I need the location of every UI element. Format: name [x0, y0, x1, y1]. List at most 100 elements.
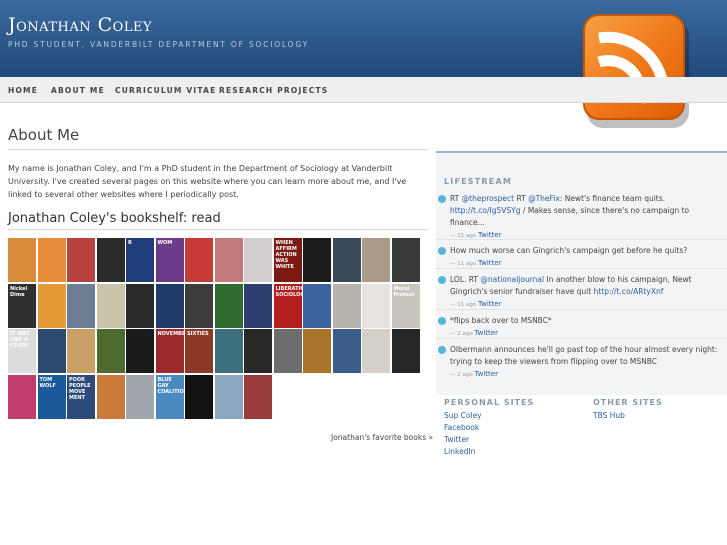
book-cover[interactable] — [332, 283, 361, 328]
book-cover[interactable] — [185, 283, 213, 328]
book-cover[interactable] — [214, 329, 243, 373]
favorite-books-link[interactable]: Jonathan's favorite books » — [331, 433, 433, 442]
tweet-url-link[interactable]: http://t.co/ARtyXnf — [594, 287, 664, 296]
nav-research-projects[interactable]: Research Projects — [219, 86, 328, 95]
book-cover[interactable] — [303, 329, 331, 373]
mention-link[interactable]: @TheFix — [528, 194, 560, 203]
book-cover[interactable] — [391, 238, 420, 282]
book-cover[interactable] — [96, 238, 125, 282]
book-cover[interactable] — [8, 238, 36, 282]
book-cover[interactable] — [214, 374, 243, 419]
book-cover[interactable] — [214, 238, 243, 282]
book-cover[interactable] — [185, 374, 213, 419]
item-text: Olbermann announces he'll go past top of… — [450, 345, 718, 366]
book-cover[interactable] — [185, 238, 213, 282]
personal-site-link[interactable]: Twitter — [444, 435, 469, 444]
book-cover[interactable] — [244, 329, 272, 373]
site-title[interactable]: Jonathan Coley — [8, 14, 152, 36]
item-meta: — 2 ago Twitter — [450, 368, 720, 381]
twitter-bird-icon — [438, 346, 446, 354]
book-cover[interactable] — [96, 374, 125, 419]
item-meta: — 11 ago Twitter — [450, 229, 720, 242]
book-cover[interactable]: BLUE GAY COALITION — [155, 374, 184, 419]
tweet-url-link[interactable]: http://t.co/Ig5VSYg — [450, 206, 521, 215]
divider — [436, 268, 727, 269]
other-sites-heading: Other Sites — [593, 398, 663, 407]
divider — [436, 309, 727, 310]
item-time: — 11 ago — [450, 261, 477, 267]
item-text: : Newt's finance team quits. — [559, 194, 666, 203]
personal-site-link[interactable]: Facebook — [444, 423, 479, 432]
personal-site-link[interactable]: Sup Coley — [444, 411, 482, 420]
book-cover[interactable] — [126, 283, 154, 328]
book-cover[interactable] — [273, 329, 302, 373]
item-time: — 2 ago — [450, 372, 473, 378]
via-twitter-link[interactable]: Twitter — [478, 300, 501, 308]
lifestream-item: *flips back over to MSNBC* — 2 ago Twitt… — [438, 315, 720, 340]
book-cover[interactable] — [37, 283, 66, 328]
book-cover[interactable] — [67, 283, 95, 328]
book-cover[interactable] — [126, 329, 154, 373]
item-time: — 2 ago — [450, 331, 473, 337]
nav-curriculum-vitae[interactable]: Curriculum Vitae — [115, 86, 216, 95]
main-nav: Home About Me Curriculum Vitae Research … — [0, 77, 727, 103]
twitter-bird-icon — [438, 317, 446, 325]
twitter-bird-icon — [438, 276, 446, 284]
via-twitter-link[interactable]: Twitter — [478, 231, 501, 239]
book-cover[interactable] — [362, 238, 390, 282]
book-cover[interactable] — [332, 238, 361, 282]
book-cover[interactable] — [37, 238, 66, 282]
via-twitter-link[interactable]: Twitter — [474, 370, 497, 378]
book-cover[interactable] — [126, 374, 154, 419]
book-cover[interactable]: R — [126, 238, 154, 282]
book-cover[interactable] — [303, 283, 331, 328]
book-cover[interactable] — [303, 238, 331, 282]
mention-link[interactable]: @nationaljournal — [480, 275, 544, 284]
book-cover[interactable]: POOR PEOPLE MOVE MENT — [67, 374, 95, 419]
item-text: *flips back over to MSNBC* — [450, 316, 552, 325]
book-cover[interactable] — [391, 329, 420, 373]
lifestream-item: LOL. RT @nationaljournal In another blow… — [438, 274, 720, 311]
personal-sites-heading: Personal Sites — [444, 398, 535, 407]
page-title: About Me — [8, 126, 428, 150]
divider — [436, 239, 727, 240]
book-cover[interactable]: SIXTIES — [185, 329, 213, 373]
book-cover[interactable] — [244, 238, 272, 282]
bookshelf-heading[interactable]: Jonathan Coley's bookshelf: read — [8, 211, 428, 230]
intro-text: My name is Jonathan Coley, and I'm a PhD… — [8, 164, 407, 199]
rss-feed-icon[interactable] — [583, 14, 691, 130]
book-cover[interactable] — [96, 329, 125, 373]
other-site-link[interactable]: TBS Hub — [593, 411, 625, 420]
book-cover[interactable] — [8, 374, 36, 419]
book-cover[interactable]: WHEN AFFIRM ACTION WAS WHITE — [273, 238, 302, 282]
divider — [436, 338, 727, 339]
book-cover[interactable]: TOM WOLF — [37, 374, 66, 419]
book-cover[interactable] — [244, 283, 272, 328]
item-text: RT — [450, 194, 462, 203]
book-cover[interactable] — [67, 329, 95, 373]
book-cover[interactable]: Nickel Dime — [8, 283, 36, 328]
site-tagline: PhD student, Vanderbilt Department of So… — [8, 40, 309, 49]
book-cover[interactable]: LIBERATION SOCIOLOGY — [273, 283, 302, 328]
book-cover[interactable] — [244, 374, 272, 419]
mention-link[interactable]: @theprospect — [462, 194, 514, 203]
personal-site-link[interactable]: LinkedIn — [444, 447, 475, 456]
book-cover[interactable] — [67, 238, 95, 282]
book-cover[interactable] — [362, 329, 390, 373]
book-cover[interactable]: NOVEMBE — [155, 329, 184, 373]
item-text: LOL. RT — [450, 275, 481, 284]
nav-about-me[interactable]: About Me — [51, 86, 105, 95]
via-twitter-link[interactable]: Twitter — [474, 329, 497, 337]
book-cover[interactable] — [155, 283, 184, 328]
book-cover[interactable] — [362, 283, 390, 328]
book-cover[interactable] — [37, 329, 66, 373]
book-cover[interactable] — [96, 283, 125, 328]
via-twitter-link[interactable]: Twitter — [478, 259, 501, 267]
book-cover[interactable] — [332, 329, 361, 373]
book-cover[interactable] — [214, 283, 243, 328]
nav-home[interactable]: Home — [8, 86, 38, 95]
book-cover[interactable]: IT WAS LIKE A FEVER — [8, 329, 36, 373]
book-cover[interactable]: WOM — [155, 238, 184, 282]
rss-tile — [583, 14, 685, 120]
book-cover[interactable]: Moral Protest — [391, 283, 420, 328]
